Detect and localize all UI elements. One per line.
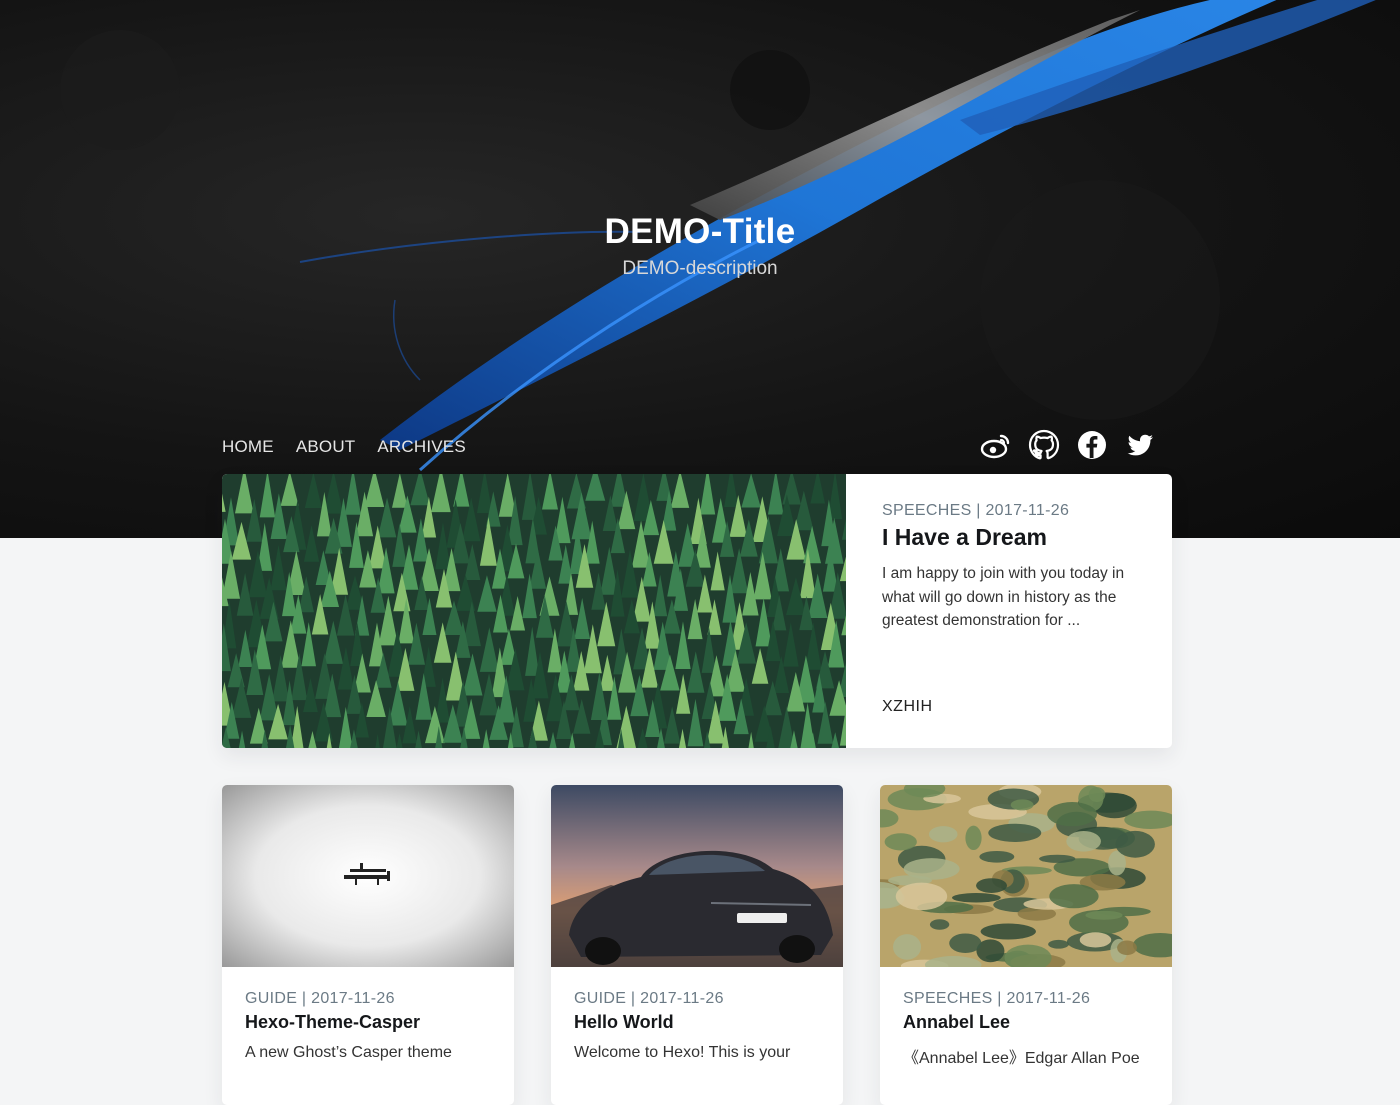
post-title[interactable]: Hello World bbox=[574, 1012, 674, 1033]
post-author[interactable]: XZHIH bbox=[882, 698, 933, 716]
post-card-image[interactable] bbox=[222, 785, 514, 967]
post-meta: SPEECHES | 2017-11-26 bbox=[882, 502, 1070, 519]
featured-post-card[interactable]: SPEECHES | 2017-11-26 I Have a Dream I a… bbox=[222, 474, 1172, 748]
post-title[interactable]: I Have a Dream bbox=[882, 524, 1047, 551]
post-card[interactable]: GUIDE | 2017-11-26 Hello World Welcome t… bbox=[551, 785, 843, 1105]
post-excerpt: I am happy to join with you today in wha… bbox=[882, 565, 1125, 629]
post-excerpt: 《Annabel Lee》Edgar Allan Poe bbox=[903, 1050, 1140, 1067]
post-meta: GUIDE | 2017-11-26 bbox=[245, 990, 395, 1007]
post-card[interactable]: GUIDE | 2017-11-26 Hexo-Theme-Casper A n… bbox=[222, 785, 514, 1105]
weibo-icon[interactable] bbox=[980, 429, 1012, 461]
post-title[interactable]: Hexo-Theme-Casper bbox=[245, 1012, 420, 1033]
post-card-image[interactable] bbox=[880, 785, 1172, 974]
post-card[interactable]: SPEECHES | 2017-11-26 Annabel Lee 《Annab… bbox=[880, 785, 1172, 1105]
post-title[interactable]: Annabel Lee bbox=[903, 1012, 1010, 1033]
post-excerpt: A new Ghost’s Casper theme bbox=[245, 1044, 452, 1061]
site-header: DEMO-Title DEMO-description HOME ABOUT A… bbox=[0, 0, 1400, 538]
social-links bbox=[980, 429, 1156, 461]
post-meta: SPEECHES | 2017-11-26 bbox=[903, 990, 1091, 1007]
site-title[interactable]: DEMO-Title bbox=[0, 212, 1400, 252]
post-excerpt: Welcome to Hexo! This is your bbox=[574, 1044, 791, 1061]
featured-post-content: SPEECHES | 2017-11-26 I Have a Dream I a… bbox=[882, 474, 1142, 748]
site-description: DEMO-description bbox=[622, 258, 778, 279]
post-card-image[interactable] bbox=[551, 785, 843, 967]
featured-post-image[interactable] bbox=[222, 474, 884, 748]
main-nav: HOME ABOUT ARCHIVES bbox=[222, 437, 466, 457]
twitter-icon[interactable] bbox=[1124, 429, 1156, 461]
nav-archives-link[interactable]: ARCHIVES bbox=[377, 437, 466, 457]
post-meta: GUIDE | 2017-11-26 bbox=[574, 990, 724, 1007]
github-icon[interactable] bbox=[1028, 429, 1060, 461]
nav-home-link[interactable]: HOME bbox=[222, 437, 274, 457]
nav-about-link[interactable]: ABOUT bbox=[296, 437, 356, 457]
facebook-icon[interactable] bbox=[1076, 429, 1108, 461]
